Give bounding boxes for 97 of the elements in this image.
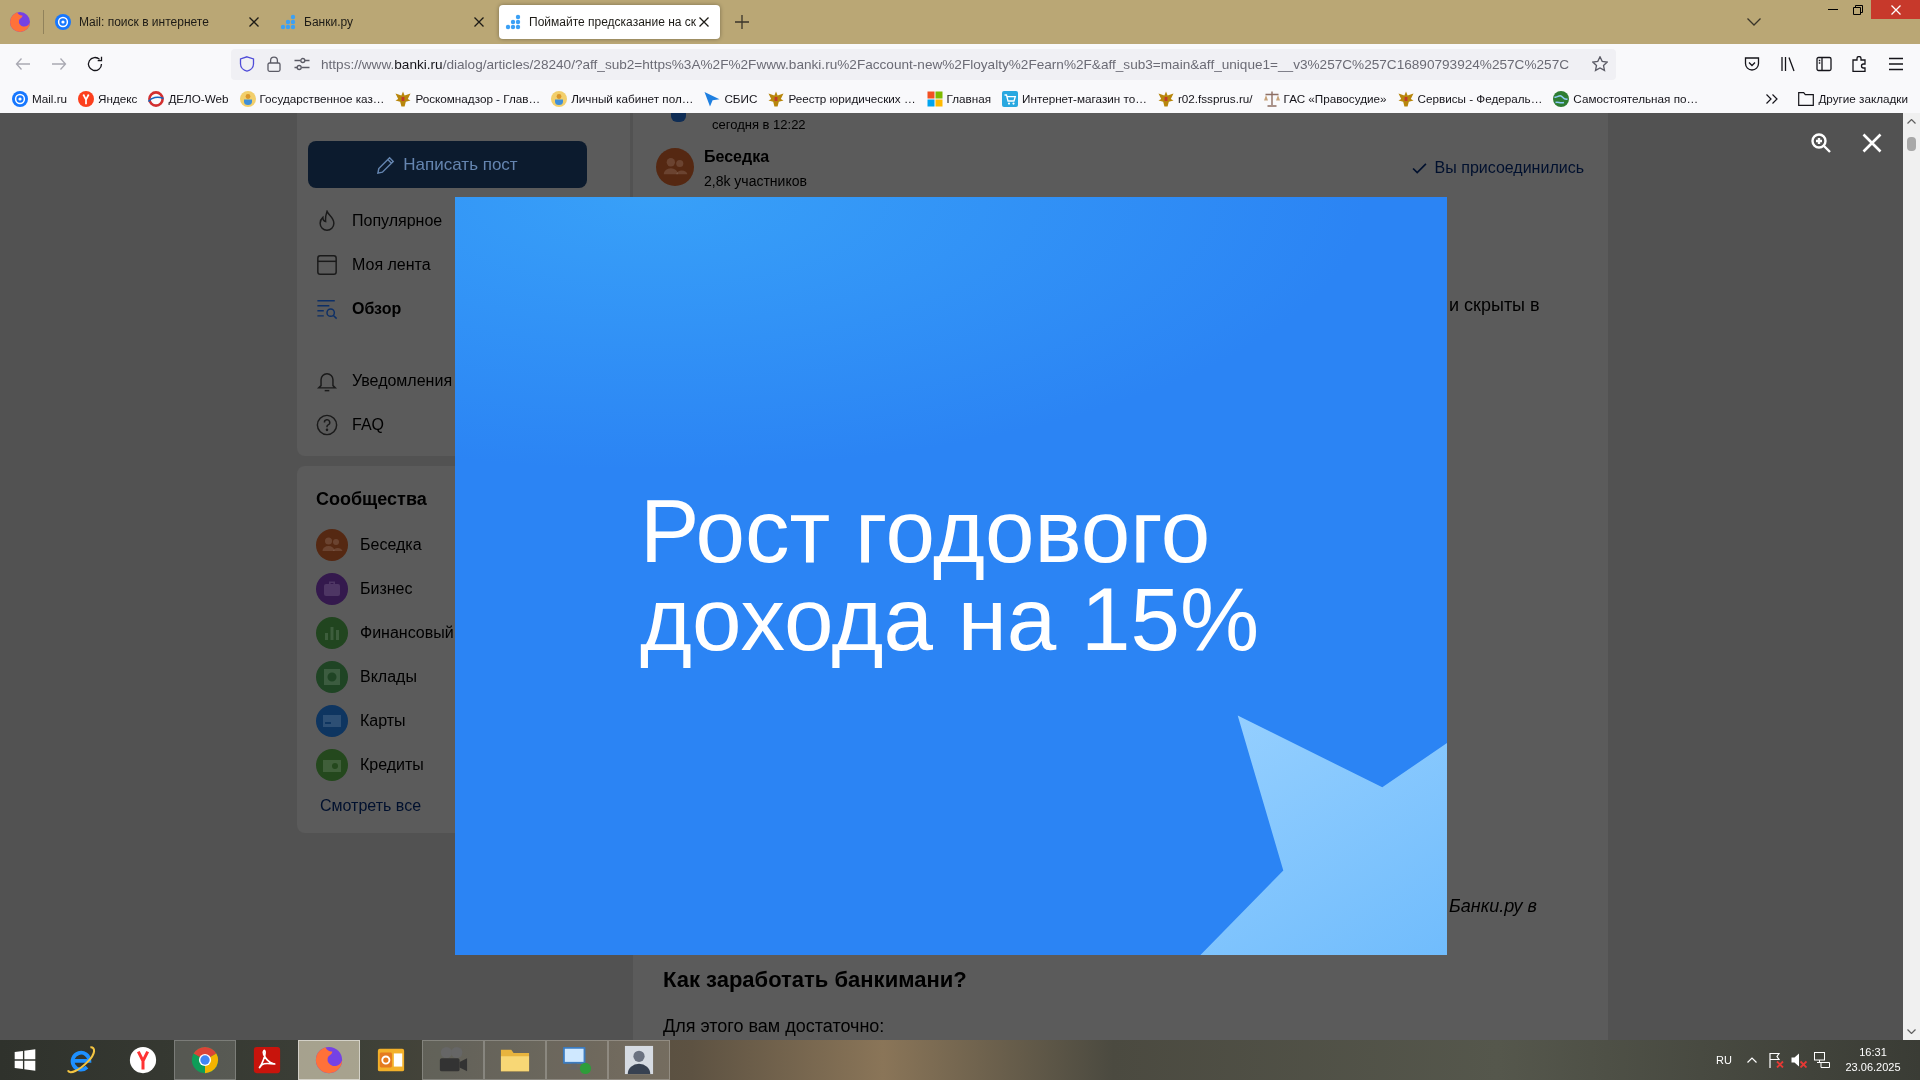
e-logo-icon <box>66 1045 96 1075</box>
shield-icon[interactable] <box>239 56 255 72</box>
monitor-icon <box>562 1045 592 1075</box>
pencil-icon <box>377 155 396 174</box>
network-icon[interactable] <box>1814 1052 1830 1068</box>
eagle-icon <box>395 90 412 107</box>
forward-arrow-icon <box>51 56 67 72</box>
article-heading: Как заработать банкимани? <box>663 966 967 994</box>
puzzle-icon[interactable] <box>1852 56 1868 72</box>
section-title: Сообщества <box>315 488 427 511</box>
eagle-icon <box>768 90 785 107</box>
eagle-icon <box>1397 90 1414 107</box>
bookmark[interactable]: Личный кабинет пол… <box>547 86 698 111</box>
close-icon[interactable] <box>474 17 484 27</box>
chevron-up-icon[interactable] <box>1907 119 1916 124</box>
ring-logo-icon <box>55 14 71 30</box>
member-count: 2,8k участников <box>704 173 807 189</box>
bookmark[interactable]: Яндекс <box>74 86 142 111</box>
check-icon <box>1411 162 1427 174</box>
window-icon <box>316 254 338 276</box>
pocket-icon[interactable] <box>1744 56 1760 72</box>
language-indicator[interactable]: RU <box>1711 1054 1737 1066</box>
chevron-down-icon[interactable] <box>1747 18 1761 26</box>
chevron-down-icon[interactable] <box>1907 1029 1916 1034</box>
four-panes-icon <box>14 1049 36 1071</box>
emblem-icon <box>551 90 568 107</box>
browser-logo-icon <box>314 1045 344 1075</box>
scrollbar[interactable] <box>1903 113 1920 1040</box>
list-search-icon <box>316 298 338 320</box>
globe-icon <box>1553 90 1570 107</box>
clock-date[interactable]: 23.06.2025 <box>1845 1060 1901 1075</box>
bookmark[interactable]: Реестр юридических … <box>764 86 920 111</box>
ring-logo-icon <box>12 90 28 107</box>
dots-logo-icon <box>505 14 521 30</box>
close-icon[interactable] <box>699 17 710 27</box>
swirl-icon <box>148 90 165 107</box>
person-icon <box>624 1045 654 1075</box>
compose-button[interactable]: Написать пост <box>308 141 587 188</box>
tab[interactable]: Банки.ру <box>274 5 495 39</box>
eagle-icon <box>1157 90 1174 107</box>
double-chevron-icon[interactable] <box>1766 93 1779 104</box>
back-arrow-icon <box>15 56 31 72</box>
tab[interactable]: Mail: поиск в интернете <box>49 5 270 39</box>
emblem-icon <box>239 90 256 107</box>
article-text: Для этого вам достаточно: <box>663 1015 885 1037</box>
bookmark[interactable]: ДЕЛО-Web <box>144 86 233 111</box>
bookmark[interactable]: Сервисы - Федераль… <box>1393 86 1547 111</box>
post-time: сегодня в 12:22 <box>712 117 806 133</box>
cart-icon <box>1002 90 1019 107</box>
scales-icon <box>1263 90 1280 107</box>
tricolor-circle-icon <box>190 1045 220 1075</box>
clock-time[interactable]: 16:31 <box>1859 1045 1887 1060</box>
dots-logo-icon <box>280 14 296 30</box>
bookmark[interactable]: Mail.ru <box>8 86 72 111</box>
taskbar-button[interactable] <box>608 1040 670 1080</box>
swirl-tile-icon <box>252 1045 282 1075</box>
community-name: Беседка <box>704 148 771 166</box>
reload-icon <box>87 56 103 72</box>
books-icon[interactable] <box>1780 56 1796 72</box>
bookmark[interactable]: СБИС <box>700 86 762 111</box>
minimize-icon <box>1827 9 1838 10</box>
article-text: Банки.ру в <box>1449 895 1537 917</box>
arrow-icon <box>704 90 721 107</box>
y-logo-icon <box>128 1045 158 1075</box>
bookmark[interactable]: r02.fssprus.ru/ <box>1153 86 1257 111</box>
article-text: и скрыты в <box>1449 294 1540 316</box>
restore-icon <box>1853 4 1863 15</box>
question-icon <box>316 414 338 436</box>
avatar-icon <box>671 113 686 122</box>
speaker-muted-icon[interactable] <box>1791 1052 1807 1068</box>
people-icon <box>656 148 694 186</box>
sliders-icon[interactable] <box>294 56 310 72</box>
bookmark[interactable]: Государственное каз… <box>235 86 389 111</box>
star-icon[interactable] <box>1592 56 1608 72</box>
close-icon[interactable] <box>249 17 259 27</box>
close-icon <box>1890 4 1901 15</box>
zoom-in-icon[interactable] <box>1811 133 1831 153</box>
bookmark[interactable]: Роскомнадзор - Глав… <box>391 86 545 111</box>
bookmark[interactable]: Главная <box>922 86 996 111</box>
bell-icon <box>316 370 338 392</box>
story-headline: Рост годового дохода на 15% <box>639 487 1261 671</box>
bookmark[interactable]: Самостоятельная по… <box>1549 86 1703 111</box>
plus-icon[interactable] <box>735 15 749 29</box>
lock-icon[interactable] <box>266 56 282 72</box>
four-squares-icon <box>926 90 943 107</box>
other-bookmarks-button[interactable]: Другие закладки <box>1794 86 1912 111</box>
menu-icon[interactable] <box>1888 56 1904 72</box>
flame-icon <box>316 210 338 232</box>
tab[interactable]: Поймайте предсказание на ск <box>499 5 720 39</box>
bookmark[interactable]: ГАС «Правосудие» <box>1259 86 1391 111</box>
scrollbar-thumb[interactable] <box>1907 137 1916 151</box>
folder-icon <box>1798 91 1815 106</box>
flag-icon[interactable] <box>1768 1052 1784 1068</box>
bookmark[interactable]: Интернет-магазин то… <box>998 86 1151 111</box>
sidebar-icon[interactable] <box>1816 56 1832 72</box>
y-logo-icon <box>78 90 95 107</box>
address-field[interactable]: https://www.banki.ru/dialog/articles/28240/?aff_sub2=https%3A%2F%2Fwww.banki.ru%2Faccount-new%2Floyalty%2Fearn%2F&aff_sub3=main&aff_unique1=__v3%257C%257C16890793924%257C%257C <box>231 48 1616 80</box>
